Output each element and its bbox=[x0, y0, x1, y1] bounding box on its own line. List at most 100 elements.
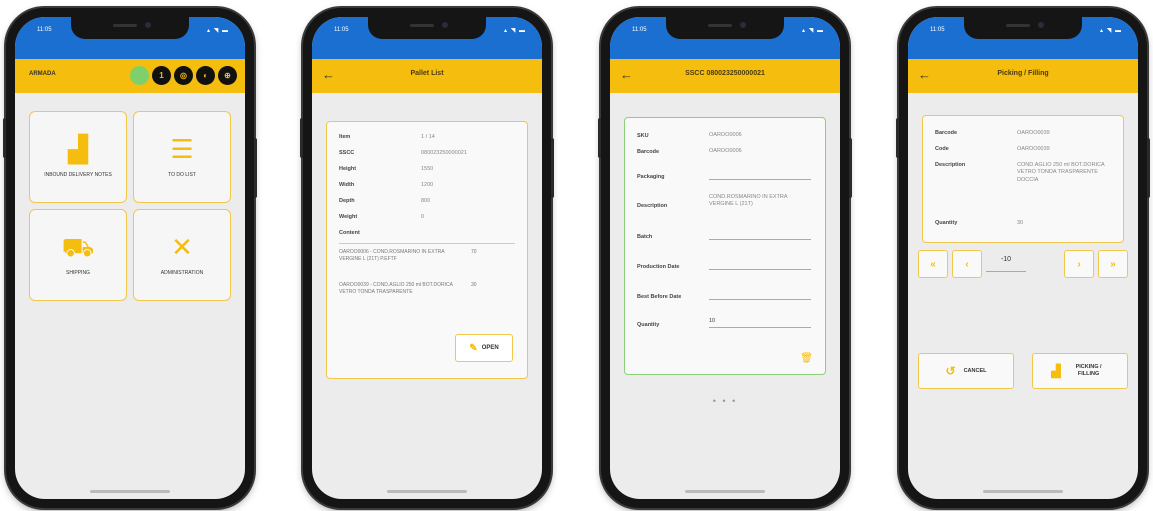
app-brand: ARMADA bbox=[29, 71, 56, 77]
field-label: Production Date bbox=[637, 264, 680, 270]
field-label: Height bbox=[339, 166, 357, 172]
phone-frame-sscc: 11:05 ▴ ◥ ▬ ← SSCC 080023250000021 SKU OA… bbox=[598, 8, 852, 508]
tile-label: SHIPPING bbox=[66, 269, 90, 276]
field-label: Content bbox=[339, 230, 360, 236]
field-item: Item 1 / 14 bbox=[339, 134, 519, 141]
status-time: 11:05 bbox=[930, 27, 945, 33]
list-icon: ☰ bbox=[170, 133, 194, 164]
app-bar: ← Picking / Filling bbox=[908, 59, 1138, 93]
first-button[interactable]: « bbox=[918, 250, 948, 278]
page-indicator: • • • bbox=[610, 396, 840, 406]
open-button[interactable]: ✎ OPEN bbox=[455, 334, 513, 362]
cancel-label: CANCEL bbox=[963, 368, 987, 374]
item-card: Barcode OAROO0039 Code OAROO0039 Descripti… bbox=[922, 115, 1124, 243]
notch bbox=[666, 17, 784, 39]
prev-button[interactable]: ‹ bbox=[952, 250, 982, 278]
notch bbox=[71, 17, 189, 39]
field-width: Width 1200 bbox=[339, 182, 519, 189]
page-title: SSCC 080023250000021 bbox=[685, 70, 765, 77]
hand-box-icon: ▟ bbox=[1051, 364, 1061, 378]
field-label: Barcode bbox=[637, 149, 660, 156]
home-indicator[interactable] bbox=[387, 490, 467, 493]
home-indicator[interactable] bbox=[983, 490, 1063, 493]
online-indicator-icon bbox=[130, 66, 149, 85]
page-title: Pallet List bbox=[410, 70, 444, 77]
page-title: Picking / Filling bbox=[997, 70, 1049, 77]
field-content: Content bbox=[339, 230, 519, 236]
field-label: Batch bbox=[637, 234, 653, 240]
pallet-card: Item 1 / 14 SSCC 080023250000021 Height 155… bbox=[326, 121, 528, 379]
target-icon[interactable]: ◎ bbox=[174, 66, 193, 85]
trash-icon[interactable]: 🗑 bbox=[800, 353, 813, 364]
field-label: Quantity bbox=[637, 322, 660, 328]
notification-count-icon[interactable]: 1 bbox=[152, 66, 171, 85]
field-packaging: Packaging bbox=[637, 170, 811, 180]
status-icons: ▴ ◥ ▬ bbox=[504, 28, 526, 34]
status-time: 11:05 bbox=[632, 27, 647, 33]
field-label: Width bbox=[339, 182, 355, 188]
tile-label: TO DO LIST bbox=[168, 171, 196, 178]
field-label: SSCC bbox=[339, 150, 355, 156]
app-bar: ARMADA 1 ◎ ◐ ⊕ bbox=[15, 59, 245, 93]
field-value: 1200 bbox=[421, 182, 434, 188]
globe-icon[interactable]: ⊕ bbox=[218, 66, 237, 85]
tile-administration[interactable]: ✕ ADMINISTRATION bbox=[133, 209, 231, 301]
field-value: COND.AGLIO 250 ml BOT.DORICA VETRO TONDA… bbox=[1017, 162, 1105, 183]
tile-inbound-delivery-notes[interactable]: ▟ INBOUND DELIVERY NOTES bbox=[29, 111, 127, 203]
field-label: Quantity bbox=[935, 220, 958, 226]
field-code: Code OAROO0039 bbox=[935, 146, 1115, 153]
cancel-button[interactable]: ↺ CANCEL bbox=[918, 353, 1014, 389]
content-qty: 70 bbox=[471, 249, 477, 255]
field-production-date: Production Date bbox=[637, 260, 811, 270]
packaging-input[interactable] bbox=[709, 170, 811, 180]
tile-to-do-list[interactable]: ☰ TO DO LIST bbox=[133, 111, 231, 203]
field-label: Code bbox=[935, 146, 949, 152]
content-qty: 30 bbox=[471, 282, 477, 288]
tile-label: ADMINISTRATION bbox=[160, 269, 204, 276]
app-bar: ← SSCC 080023250000021 bbox=[610, 59, 840, 93]
field-label: Description bbox=[935, 162, 966, 168]
field-quantity: Quantity 30 bbox=[935, 220, 1115, 227]
field-weight: Weight 0 bbox=[339, 214, 519, 221]
undo-icon: ↺ bbox=[945, 364, 956, 378]
field-quantity: Quantity 10 bbox=[637, 318, 811, 328]
status-icons: ▴ ◥ ▬ bbox=[1100, 28, 1122, 34]
field-label: Depth bbox=[339, 198, 355, 204]
screen-menu: 11:05 ▴ ◥ ▬ ARMADA 1 ◎ ◐ ⊕ ▟ INBOUND DEL… bbox=[15, 17, 245, 499]
field-label: Weight bbox=[339, 214, 358, 220]
quantity-input[interactable]: 10 bbox=[709, 318, 811, 328]
field-barcode: Barcode OAROO0039 bbox=[935, 130, 1115, 137]
field-depth: Depth 800 bbox=[339, 198, 519, 205]
picking-label: PICKING / FILLING bbox=[1075, 363, 1102, 377]
quantity-input[interactable]: -10 bbox=[986, 256, 1026, 272]
field-value: OAROO0006 bbox=[709, 148, 742, 154]
best-before-date-input[interactable] bbox=[709, 290, 811, 300]
notch bbox=[368, 17, 486, 39]
picking-filling-button[interactable]: ▟ PICKING / FILLING bbox=[1032, 353, 1128, 389]
field-barcode: Barcode OAROO0006 bbox=[637, 148, 811, 155]
field-value: 080023250000021 bbox=[421, 150, 467, 156]
production-date-input[interactable] bbox=[709, 260, 811, 270]
phone-frame-picking: 11:05 ▴ ◥ ▬ ← Picking / Filling Barcode O… bbox=[896, 8, 1150, 508]
content-text: OAROO0039 - COND.AGLIO 250 ml BOT.DORICA… bbox=[339, 282, 453, 295]
sscc-card: SKU OAROO0006 Barcode OAROO0006 Packaging … bbox=[624, 117, 826, 375]
last-button[interactable]: » bbox=[1098, 250, 1128, 278]
tile-shipping[interactable]: ⛟ SHIPPING bbox=[29, 209, 127, 301]
status-circles: 1 ◎ ◐ ⊕ bbox=[130, 66, 237, 85]
screen-sscc: 11:05 ▴ ◥ ▬ ← SSCC 080023250000021 SKU OA… bbox=[610, 17, 840, 499]
home-indicator[interactable] bbox=[90, 490, 170, 493]
field-sku: SKU OAROO0006 bbox=[637, 132, 811, 139]
phone-frame-menu: 11:05 ▴ ◥ ▬ ARMADA 1 ◎ ◐ ⊕ ▟ INBOUND DEL… bbox=[3, 8, 257, 508]
sync-icon[interactable]: ◐ bbox=[196, 66, 215, 85]
batch-input[interactable] bbox=[709, 230, 811, 240]
status-icons: ▴ ◥ ▬ bbox=[802, 28, 824, 34]
status-time: 11:05 bbox=[334, 27, 349, 33]
home-indicator[interactable] bbox=[685, 490, 765, 493]
next-button[interactable]: › bbox=[1064, 250, 1094, 278]
app-bar: ← Pallet List bbox=[312, 59, 542, 93]
content-item: OAROO0039 - COND.AGLIO 250 ml BOT.DORICA… bbox=[339, 282, 515, 296]
divider bbox=[339, 243, 515, 244]
field-best-before-date: Best Before Date bbox=[637, 290, 811, 300]
field-value: COND.ROSMARINO IN EXTRA VERGINE L (21T) bbox=[709, 194, 788, 208]
phone-frame-pallet-list: 11:05 ▴ ◥ ▬ ← Pallet List Item 1 / 14 SSC… bbox=[300, 8, 554, 508]
